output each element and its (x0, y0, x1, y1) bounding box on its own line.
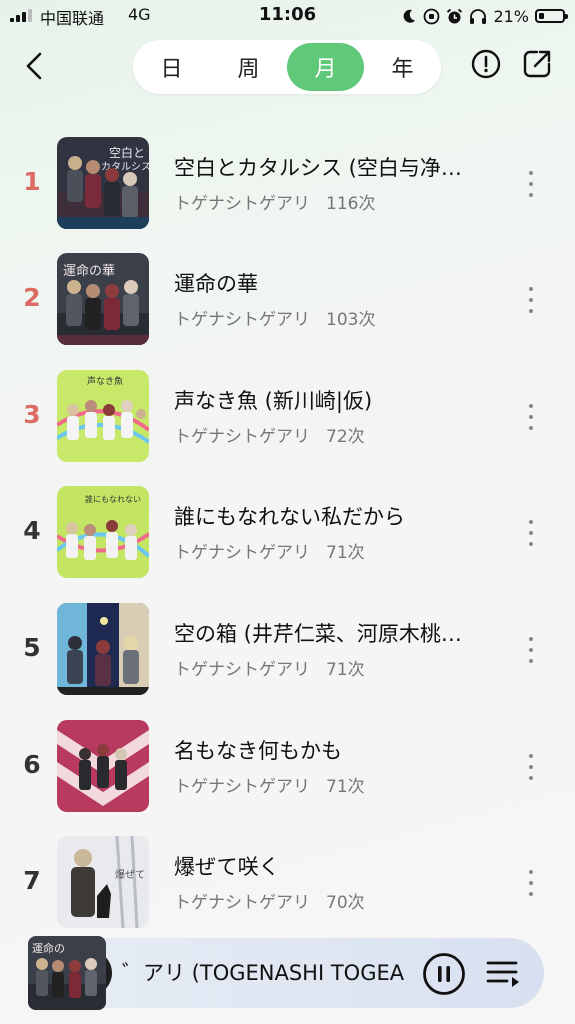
more-options-button[interactable] (520, 167, 542, 201)
headphones-icon (470, 8, 487, 24)
rank-number: 4 (23, 516, 41, 545)
rank-number: 2 (23, 283, 41, 312)
song-meta: トゲナシトゲアリ 71次 (174, 538, 365, 563)
song-meta: トゲナシトゲアリ 103次 (174, 305, 375, 330)
tab-day[interactable]: 日 (133, 43, 210, 91)
battery-icon (535, 9, 568, 23)
moon-icon (404, 9, 416, 23)
exclamation-circle-icon (471, 49, 501, 79)
song-meta: トゲナシトゲアリ 72次 (174, 422, 365, 447)
list-item[interactable]: 5 空の箱 (井芹仁菜、河原木桃… トゲナシトゲアリ 71次 (0, 603, 575, 707)
tab-year[interactable]: 年 (364, 43, 441, 91)
more-options-button[interactable] (520, 633, 542, 667)
rank-number: 5 (23, 633, 41, 662)
song-meta: トゲナシトゲアリ 70次 (174, 888, 365, 913)
album-cover: 運命の華 (57, 253, 149, 345)
song-title: 声なき魚 (新川崎|仮) (174, 389, 373, 413)
more-options-button[interactable] (520, 516, 542, 550)
tab-week[interactable]: 周 (210, 43, 287, 91)
list-item[interactable]: 7 爆ぜて 爆ぜて咲く トゲナシトゲアリ 70次 (0, 836, 575, 940)
playlist-icon (486, 961, 519, 987)
alarm-icon (447, 8, 463, 23)
album-cover: 誰にもなれない (57, 486, 149, 578)
back-button[interactable] (18, 48, 54, 84)
rank-number: 3 (23, 400, 41, 429)
song-title: 空の箱 (井芹仁菜、河原木桃… (174, 622, 462, 646)
list-item[interactable]: 3 声なき魚 声なき魚 (新川崎|仮) トゲナシトゲアリ 72次 (0, 370, 575, 474)
more-options-button[interactable] (520, 866, 542, 900)
album-cover: 声なき魚 (57, 370, 149, 462)
song-title: 誰にもなれない私だから (174, 505, 405, 529)
list-item[interactable]: 6 名もなき何もかも トゲナシトゲアリ 71次 (0, 720, 575, 824)
artist-name: トゲナシトゲアリ (174, 194, 310, 214)
svg-text:誰にもなれない: 誰にもなれない (85, 494, 141, 504)
svg-text:爆ぜて: 爆ぜて (115, 869, 145, 881)
artist-name: トゲナシトゲアリ (174, 660, 310, 680)
song-meta: トゲナシトゲアリ 71次 (174, 772, 365, 797)
play-count: 103次 (326, 310, 376, 330)
rank-number: 1 (23, 167, 41, 196)
song-meta: トゲナシトゲアリ 116次 (174, 189, 375, 214)
list-item[interactable]: 1 空白と カタルシス 空白とカタルシス (空白与净… トゲナシトゲアリ 116次 (0, 137, 575, 241)
share-icon (523, 50, 551, 78)
pause-icon (423, 953, 465, 995)
song-title: 空白とカタルシス (空白与净… (174, 156, 462, 180)
share-button[interactable] (521, 48, 553, 80)
artist-name: トゲナシトゲアリ (174, 893, 310, 913)
list-item[interactable]: 4 誰にもなれない 誰にもなれない私だから トゲナシトゲアリ 71次 (0, 486, 575, 590)
svg-text:声なき魚: 声なき魚 (87, 375, 123, 387)
play-count: 116次 (326, 194, 376, 214)
more-options-button[interactable] (520, 750, 542, 784)
status-bar: 中国联通 4G 11:06 21% (0, 0, 575, 34)
orientation-lock-icon (424, 8, 440, 24)
song-title: 運命の華 (174, 272, 258, 296)
play-count: 71次 (326, 543, 365, 563)
rank-number: 6 (23, 750, 41, 779)
period-segmented-control: 日 周 月 年 (133, 40, 441, 94)
rank-number: 7 (23, 866, 41, 895)
playlist-button[interactable] (485, 957, 521, 991)
play-count: 72次 (326, 427, 365, 447)
battery-percent: 21% (493, 6, 529, 26)
pause-button[interactable] (422, 952, 466, 996)
status-right: 21% (401, 5, 568, 27)
song-title: 爆ぜて咲く (174, 855, 280, 879)
tab-month[interactable]: 月 (287, 43, 364, 91)
album-cover (57, 720, 149, 812)
more-options-button[interactable] (520, 283, 542, 317)
artist-name: トゲナシトゲアリ (174, 427, 310, 447)
album-cover: 空白と カタルシス (57, 137, 149, 229)
now-playing-cover[interactable]: 運命の (28, 936, 106, 1010)
chevron-left-icon (26, 52, 42, 80)
song-meta: トゲナシトゲアリ 71次 (174, 655, 365, 680)
play-count: 71次 (326, 660, 365, 680)
artist-name: トゲナシトゲアリ (174, 310, 310, 330)
svg-text:空白と: 空白と (109, 145, 145, 160)
play-count: 70次 (326, 893, 365, 913)
artist-name: トゲナシトゲアリ (174, 777, 310, 797)
now-playing-title[interactable]: ゛アリ (TOGENASHI TOGEARI) (122, 958, 404, 988)
list-item[interactable]: 2 運命の華 運命の華 トゲナシトゲアリ 103次 (0, 253, 575, 357)
info-button[interactable] (470, 48, 502, 80)
artist-name: トゲナシトゲアリ (174, 543, 310, 563)
play-count: 71次 (326, 777, 365, 797)
more-options-button[interactable] (520, 400, 542, 434)
album-cover: 爆ぜて (57, 836, 149, 928)
song-title: 名もなき何もかも (174, 739, 342, 763)
svg-text:運命の: 運命の (32, 941, 65, 955)
svg-text:運命の華: 運命の華 (63, 263, 115, 279)
album-cover (57, 603, 149, 695)
